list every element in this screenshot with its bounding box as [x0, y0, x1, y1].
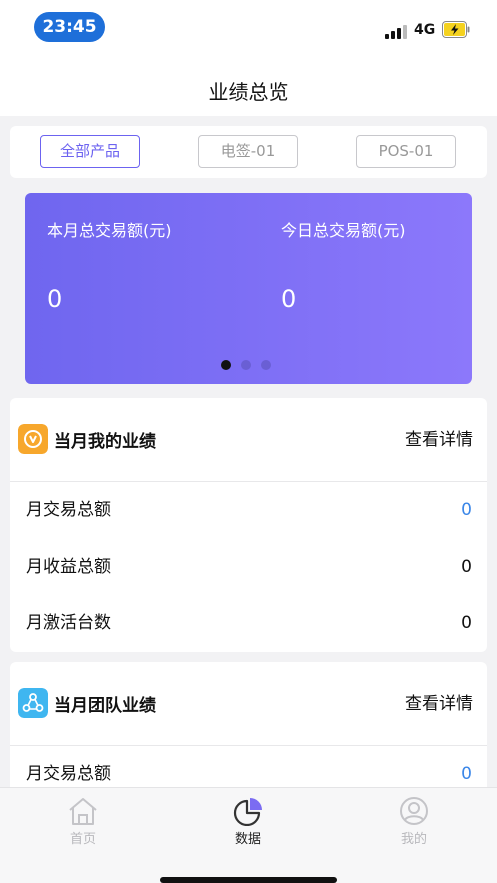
carousel-dot[interactable] — [221, 360, 231, 370]
signal-icon — [385, 23, 409, 39]
network-type: 4G — [414, 22, 436, 38]
chart-icon — [233, 798, 262, 826]
tab-all-products[interactable]: 全部产品 — [40, 135, 140, 168]
tabbar-item-home[interactable]: 首页 — [43, 796, 123, 847]
status-bar: 23:45 4G — [0, 0, 497, 56]
row-label: 月激活台数 — [26, 613, 111, 633]
nav-bar: 业绩总览 — [0, 56, 497, 116]
daily-total-label: 今日总交易额(元) — [281, 221, 406, 240]
tabbar-item-data[interactable]: 数据 — [208, 796, 288, 847]
row-value: 0 — [461, 557, 472, 577]
tab-pos-01[interactable]: POS-01 — [356, 135, 456, 168]
status-time: 23:45 — [34, 12, 105, 42]
monthly-total-value: 0 — [47, 285, 63, 313]
my-performance-title: 当月我的业绩 — [54, 432, 156, 452]
daily-total-value: 0 — [281, 285, 297, 313]
bottom-tab-bar: 首页 数据 我的 — [0, 787, 497, 883]
tabbar-label: 首页 — [69, 832, 96, 847]
page-title: 业绩总览 — [208, 80, 289, 104]
row-label: 月交易总额 — [26, 500, 111, 520]
home-icon — [69, 798, 97, 825]
product-tabs: 全部产品 电签-01 POS-01 — [10, 126, 487, 178]
home-indicator — [160, 877, 337, 883]
list-item: 月收益总额 0 — [10, 539, 487, 595]
team-icon — [18, 688, 48, 718]
my-performance-detail-link[interactable]: 查看详情 — [405, 425, 473, 450]
carousel-dot[interactable] — [241, 360, 251, 370]
team-performance-detail-link[interactable]: 查看详情 — [405, 689, 473, 714]
row-label: 月收益总额 — [26, 557, 111, 577]
team-performance-header: 当月团队业绩 查看详情 — [10, 662, 487, 746]
list-item: 月交易总额 0 — [10, 482, 487, 538]
team-performance-title: 当月团队业绩 — [54, 696, 156, 716]
tabbar-item-mine[interactable]: 我的 — [374, 796, 454, 847]
tabbar-label: 数据 — [234, 832, 261, 847]
battery-icon — [442, 21, 470, 38]
list-item: 月激活台数 0 — [10, 595, 487, 651]
tab-epos-01[interactable]: 电签-01 — [198, 135, 298, 168]
row-value[interactable]: 0 — [461, 482, 472, 538]
monthly-total-label: 本月总交易额(元) — [47, 221, 172, 240]
carousel-dot[interactable] — [261, 360, 271, 370]
row-value: 0 — [461, 613, 472, 633]
my-performance-header: 当月我的业绩 查看详情 — [10, 398, 487, 482]
my-performance-card: 当月我的业绩 查看详情 月交易总额 0 月收益总额 0 月激活台数 0 — [10, 398, 487, 652]
user-icon — [400, 797, 428, 825]
medal-icon — [18, 424, 48, 454]
summary-banner[interactable]: 本月总交易额(元) 0 今日总交易额(元) 0 — [25, 193, 472, 384]
tabbar-label: 我的 — [400, 832, 427, 847]
